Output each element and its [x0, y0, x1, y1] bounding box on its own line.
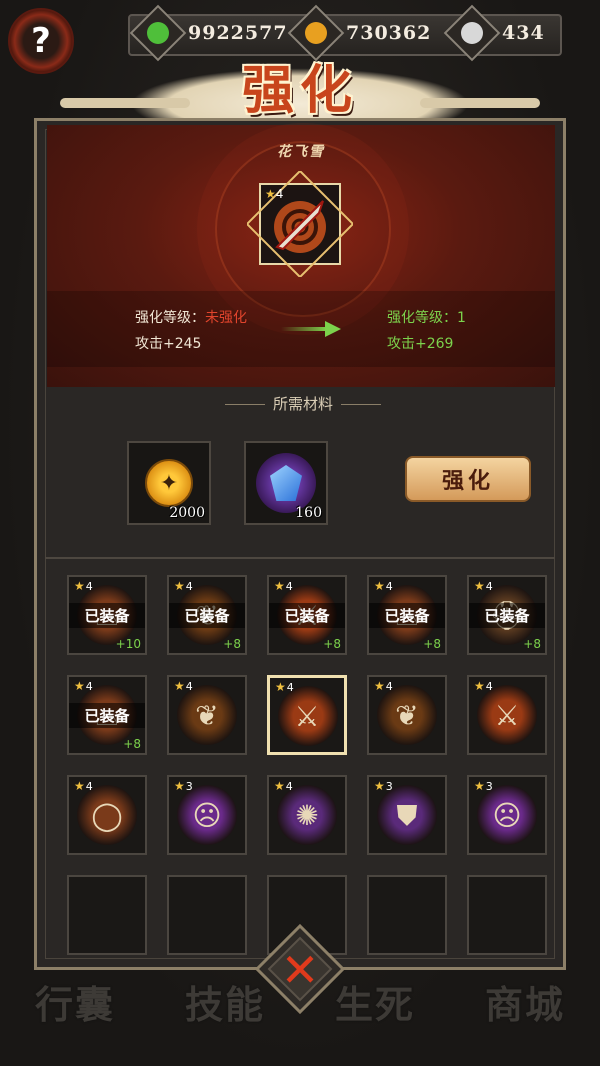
current-level: 强化等级：未强化 [135, 310, 247, 326]
material-count: 2000 [169, 505, 205, 521]
material-coin-slot[interactable]: ✦ 2000 [127, 441, 211, 525]
empty-slot[interactable] [67, 875, 147, 955]
armor-icon: ⛊ [396, 799, 418, 832]
inventory-item[interactable]: ⛊ ★3 [367, 775, 447, 855]
amulet-icon: ✺ [295, 799, 319, 832]
empty-slot[interactable] [467, 875, 547, 955]
nav-skills: 技能 [184, 982, 265, 1027]
page-title: 强化 [241, 61, 358, 121]
star-icon: ★4 [275, 680, 294, 694]
star-icon: ★4 [274, 779, 293, 793]
star-icon: ★4 [374, 579, 393, 593]
inventory-item[interactable]: ⌓★4已装备+8 [67, 675, 147, 755]
inventory-item[interactable]: ❦ ★4 [367, 675, 447, 755]
sword-icon: ⚔ [494, 699, 520, 732]
mask-icon: ☹ [192, 799, 222, 832]
close-button[interactable]: ✕ [272, 942, 328, 998]
inventory-item[interactable]: ☹ ★3 [167, 775, 247, 855]
equipped-badge: 已装备 [69, 703, 145, 728]
enhance-level: +8 [323, 637, 341, 651]
equipped-badge: 已装备 [69, 603, 145, 628]
star-icon: ★3 [374, 779, 393, 793]
inventory-item[interactable]: ⌓★4已装备+10 [67, 575, 147, 655]
star-icon: ★3 [174, 779, 193, 793]
star-icon: ★4 [374, 679, 393, 693]
enhance-level: +8 [123, 737, 141, 751]
section-divider [45, 557, 555, 559]
current-attack: 攻击+245 [135, 336, 202, 352]
bracelet-icon: ◯ [91, 799, 123, 832]
inventory-item[interactable]: ❦ ★4 [167, 675, 247, 755]
enhance-level: +8 [523, 637, 541, 651]
item-preview-area: 花飞雪 ★4 强化等级：未强化 攻击+245 强化等级：1 攻击+269 [47, 125, 555, 387]
equipped-badge: 已装备 [169, 603, 245, 628]
nav-shop: 商城 [484, 982, 565, 1027]
pendant-icon: ❦ [395, 699, 419, 732]
nav-lifedeath: 生死 [334, 982, 415, 1027]
material-count: 160 [295, 505, 322, 521]
currency-gold: 730362 [287, 4, 431, 62]
inventory-item[interactable]: ❦★4已装备+8 [167, 575, 247, 655]
close-icon: ✕ [280, 943, 320, 997]
inventory-item[interactable]: ✺ ★4 [267, 775, 347, 855]
star-icon: ★3 [474, 779, 493, 793]
inventory-item[interactable]: ⚔ ★4 [467, 675, 547, 755]
upgrade-button[interactable]: 强化 [405, 456, 531, 502]
inventory-item[interactable]: ☹ ★3 [467, 775, 547, 855]
coin-icon: ✦ [145, 459, 193, 507]
equipped-badge: 已装备 [269, 603, 345, 628]
materials-title: 所需材料 [37, 393, 569, 414]
equipped-badge: 已装备 [369, 603, 445, 628]
inventory-item[interactable]: ⛑★4已装备+8 [467, 575, 547, 655]
equipped-badge: 已装备 [469, 603, 545, 628]
material-gem-slot[interactable]: 160 [244, 441, 328, 525]
inventory-item[interactable]: ⌓★4已装备+8 [367, 575, 447, 655]
arrow-right-icon [281, 321, 341, 337]
selected-item-slot: ★4 [247, 171, 353, 277]
inventory-item[interactable]: ⚔★4已装备+8 [267, 575, 347, 655]
star-icon: ★4 [265, 187, 284, 201]
pendant-icon: ❦ [195, 699, 219, 732]
enhance-level: +8 [223, 637, 241, 651]
enhance-level: +8 [423, 637, 441, 651]
star-icon: ★4 [174, 579, 193, 593]
enhance-level: +10 [115, 637, 141, 651]
star-icon: ★4 [74, 679, 93, 693]
empty-slot[interactable] [367, 875, 447, 955]
inventory-item[interactable]: ⚔ ★4 [267, 675, 347, 755]
star-icon: ★4 [474, 679, 493, 693]
upgrade-panel: 花飞雪 ★4 强化等级：未强化 攻击+245 强化等级：1 攻击+269 所需材… [34, 118, 566, 970]
sword-icon: ⚔ [294, 700, 320, 733]
star-icon: ★4 [174, 679, 193, 693]
next-level: 强化等级：1 [387, 310, 466, 326]
star-icon: ★4 [474, 579, 493, 593]
next-attack: 攻击+269 [387, 336, 454, 352]
item-name: 花飞雪 [277, 144, 325, 160]
currency-silver: 434 [443, 4, 545, 62]
nav-bag: 行囊 [34, 982, 115, 1027]
empty-slot[interactable] [167, 875, 247, 955]
star-icon: ★4 [74, 779, 93, 793]
star-icon: ★4 [274, 579, 293, 593]
gem-icon [256, 453, 316, 513]
currency-jade: 9922577 [129, 4, 288, 62]
star-icon: ★4 [74, 579, 93, 593]
inventory-item[interactable]: ◯ ★4 [67, 775, 147, 855]
mask-icon: ☹ [492, 799, 522, 832]
